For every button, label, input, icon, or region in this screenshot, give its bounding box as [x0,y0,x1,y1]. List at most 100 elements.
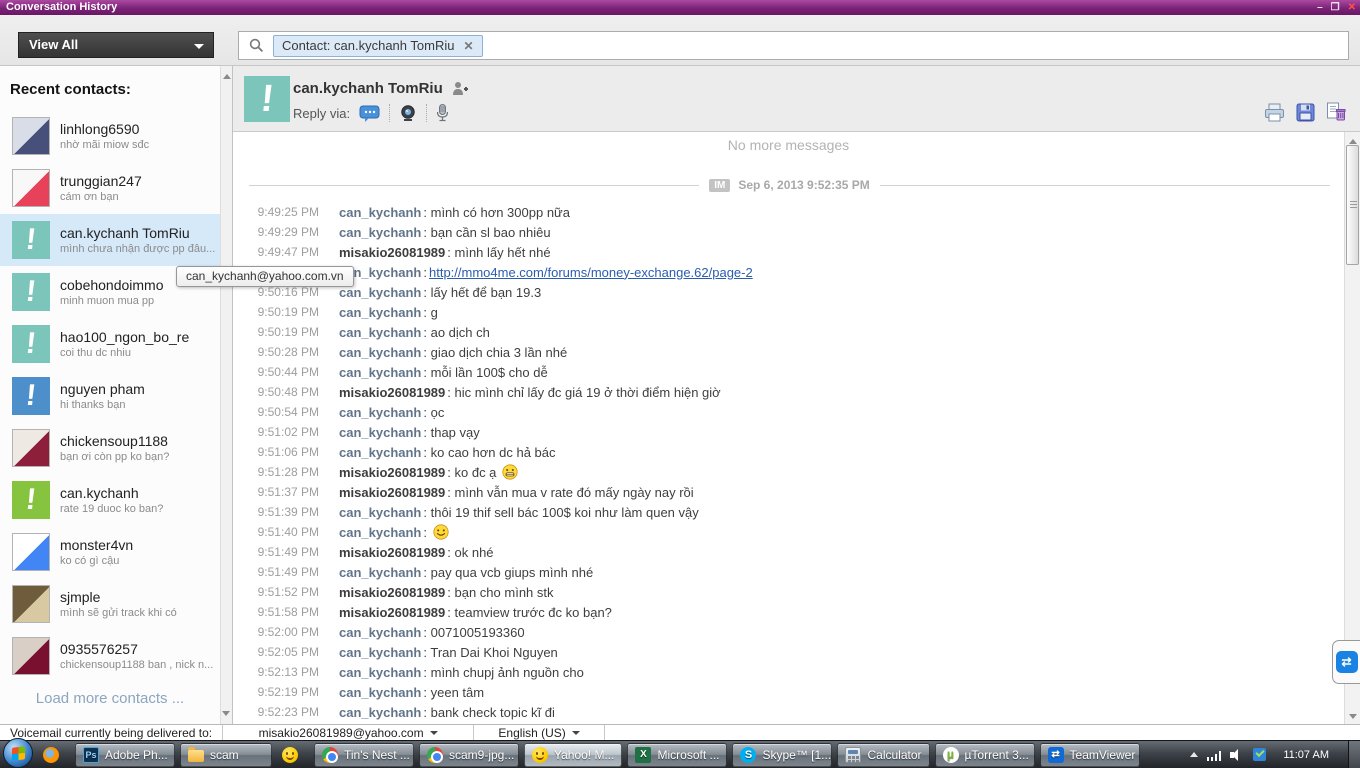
taskbar-button-label: Yahoo! M... [554,747,615,762]
message-content: can_kychanh: g [339,304,438,320]
message-sender: can_kychanh [339,704,422,720]
voicemail-account-dropdown[interactable]: misakio26081989@yahoo.com [223,725,473,740]
scroll-up-icon[interactable] [222,74,231,79]
contact-status-message: hi thanks bạn [60,399,126,411]
chip-close-icon[interactable]: ✕ [463,39,473,53]
language-dropdown[interactable]: English (US) [474,725,604,740]
restore-icon[interactable]: ❐ [1331,2,1340,13]
scroll-up-icon[interactable] [1348,139,1357,144]
add-buddy-icon[interactable] [451,81,469,96]
contact-list-item[interactable]: trunggian247 cám ơn bạn [0,162,220,214]
scroll-down-icon[interactable] [222,711,230,716]
taskbar-button[interactable]: X Microsoft ... [627,742,728,767]
contact-list-item[interactable]: monster4vn ko có gì cậu [0,526,220,578]
contact-list-item[interactable]: ! can.kychanh TomRiu mình chưa nhận được… [0,214,220,266]
message-content: can_kychanh: mỗi lần 100$ cho dễ [339,364,548,380]
contact-list-item[interactable]: chickensoup1188 bạn ơi còn pp ko bạn? [0,422,220,474]
taskbar-button[interactable]: Ps Adobe Ph... [75,742,175,767]
contact-avatar: ! [12,221,50,259]
message-sender: can_kychanh [339,644,422,660]
message-link[interactable]: http://mmo4me.com/forums/money-exchange.… [429,265,753,280]
close-icon[interactable]: ✕ [1348,2,1356,13]
contact-list-item[interactable]: ! can.kychanh rate 19 duoc ko ban? [0,474,220,526]
scroll-down-icon[interactable] [1349,714,1357,719]
system-tray: 11:07 AM [1190,748,1343,761]
window-title: Conversation History [6,1,118,13]
message-row: can_kychanh: http://mmo4me.com/forums/mo… [233,262,1344,282]
scrollbar-thumb[interactable] [1346,145,1359,265]
taskbar-button[interactable]: scam9-jpg... [419,742,519,767]
teamviewer-quickconnect-popout[interactable]: ⇄ [1332,640,1360,684]
no-more-messages-label: No more messages [727,137,850,153]
search-filter-chip[interactable]: Contact: can.kychanh TomRiu ✕ [273,34,483,57]
taskbar-button[interactable]: µ µTorrent 3... [934,742,1035,767]
show-desktop-button[interactable] [1348,741,1360,768]
taskbar-button[interactable]: Yahoo! M... [524,742,623,767]
message-content: can_kychanh: [339,524,449,540]
dropbox-icon[interactable] [1253,748,1267,761]
message-sender: can_kychanh [339,304,422,320]
tray-expand-icon[interactable] [1190,752,1199,757]
contact-list-item[interactable]: ! hao100_ngon_bo_re coi thu dc nhiu [0,318,220,370]
print-icon[interactable] [1264,103,1285,122]
window-titlebar: Conversation History – ❐ ✕ [0,0,1360,15]
message-content: can_kychanh: bank check topic kĩ đi [339,704,555,720]
view-filter-dropdown[interactable]: View All [18,32,214,58]
message-sender: misakio26081989 [339,384,446,400]
windows-taskbar: Ps Adobe Ph... scam Tin's Nest ... scam9… [0,738,1360,768]
webcam-icon[interactable] [399,104,417,122]
taskbar-button[interactable]: Calculator [837,742,930,767]
load-more-contacts-link[interactable]: Load more contacts ... [0,690,220,707]
message-content: can_kychanh: 0071005193360 [339,624,525,640]
message-content: can_kychanh: Tran Dai Khoi Nguyen [339,644,558,660]
message-content: can_kychanh: lấy hết để bạn 19.3 [339,284,542,300]
contact-email-tooltip: can_kychanh@yahoo.com.vn [176,266,354,287]
message-row: 9:51:39 PM can_kychanh: thôi 19 thif sel… [233,502,1344,522]
message-row: 9:52:13 PM can_kychanh: mình chupj ảnh n… [233,662,1344,682]
contacts-scrollbar[interactable] [220,66,232,724]
delete-conversation-icon[interactable] [1326,102,1346,122]
im-icon[interactable] [359,105,380,122]
message-timestamp: 9:50:19 PM [257,325,319,339]
contact-name: 0935576257 [60,641,138,657]
contact-name: trunggian247 [60,173,142,189]
contact-avatar: ! [12,273,50,311]
message-timestamp: 9:52:13 PM [257,665,319,679]
contact-avatar [12,637,50,675]
contact-list-item[interactable]: linhlong6590 nhờ mãi miow sđc [0,110,220,162]
contact-list-item[interactable]: 0935576257 chickensoup1188 ban , nick n.… [0,630,220,682]
photoshop-icon: Ps [83,746,99,763]
contact-status-message: nhờ mãi miow sđc [60,139,150,151]
contact-avatar [12,533,50,571]
network-signal-icon[interactable] [1207,749,1221,761]
minimize-icon[interactable]: – [1317,2,1323,13]
taskbar-button-label: Microsoft ... [657,747,720,762]
taskbar-button[interactable] [277,743,309,767]
search-input[interactable]: Contact: can.kychanh TomRiu ✕ [238,31,1349,60]
message-row: 9:51:06 PM can_kychanh: ko cao hơn dc hả… [233,442,1344,462]
contact-list-item[interactable]: sjmple mình sẽ gửi track khi có [0,578,220,630]
taskbar-button[interactable]: S Skype™ [1... [732,742,833,767]
search-icon [249,38,264,53]
contact-name: hao100_ngon_bo_re [60,329,190,345]
conversation-date: Sep 6, 2013 9:52:35 PM [738,178,870,192]
voicemail-status-label: Voicemail currently being delivered to: [10,725,213,740]
start-button[interactable] [3,738,33,768]
volume-icon[interactable] [1230,748,1244,761]
message-timestamp: 9:49:25 PM [257,205,319,219]
taskbar-button[interactable]: ⇄ TeamViewer [1039,742,1140,767]
message-content: can_kychanh: mình có hơn 300pp nữa [339,204,570,220]
conversation-scrollbar[interactable] [1344,132,1360,724]
message-content: can_kychanh: yeen tâm [339,684,485,700]
contact-list-item[interactable]: ! nguyen pham hi thanks bạn [0,370,220,422]
message-row: 9:51:37 PM misakio26081989: mình vẫn mua… [233,482,1344,502]
save-icon[interactable] [1296,103,1315,122]
taskbar-button[interactable]: scam [180,742,272,767]
message-row: 9:51:49 PM can_kychanh: pay qua vcb giup… [233,562,1344,582]
taskbar-clock[interactable]: 11:07 AM [1283,749,1329,761]
taskbar-button[interactable] [38,743,70,767]
taskbar-button[interactable]: Tin's Nest ... [314,742,414,767]
microphone-icon[interactable] [436,104,449,122]
message-row: 9:52:19 PM can_kychanh: yeen tâm [233,682,1344,702]
taskbar-button-label: TeamViewer [1069,747,1136,762]
